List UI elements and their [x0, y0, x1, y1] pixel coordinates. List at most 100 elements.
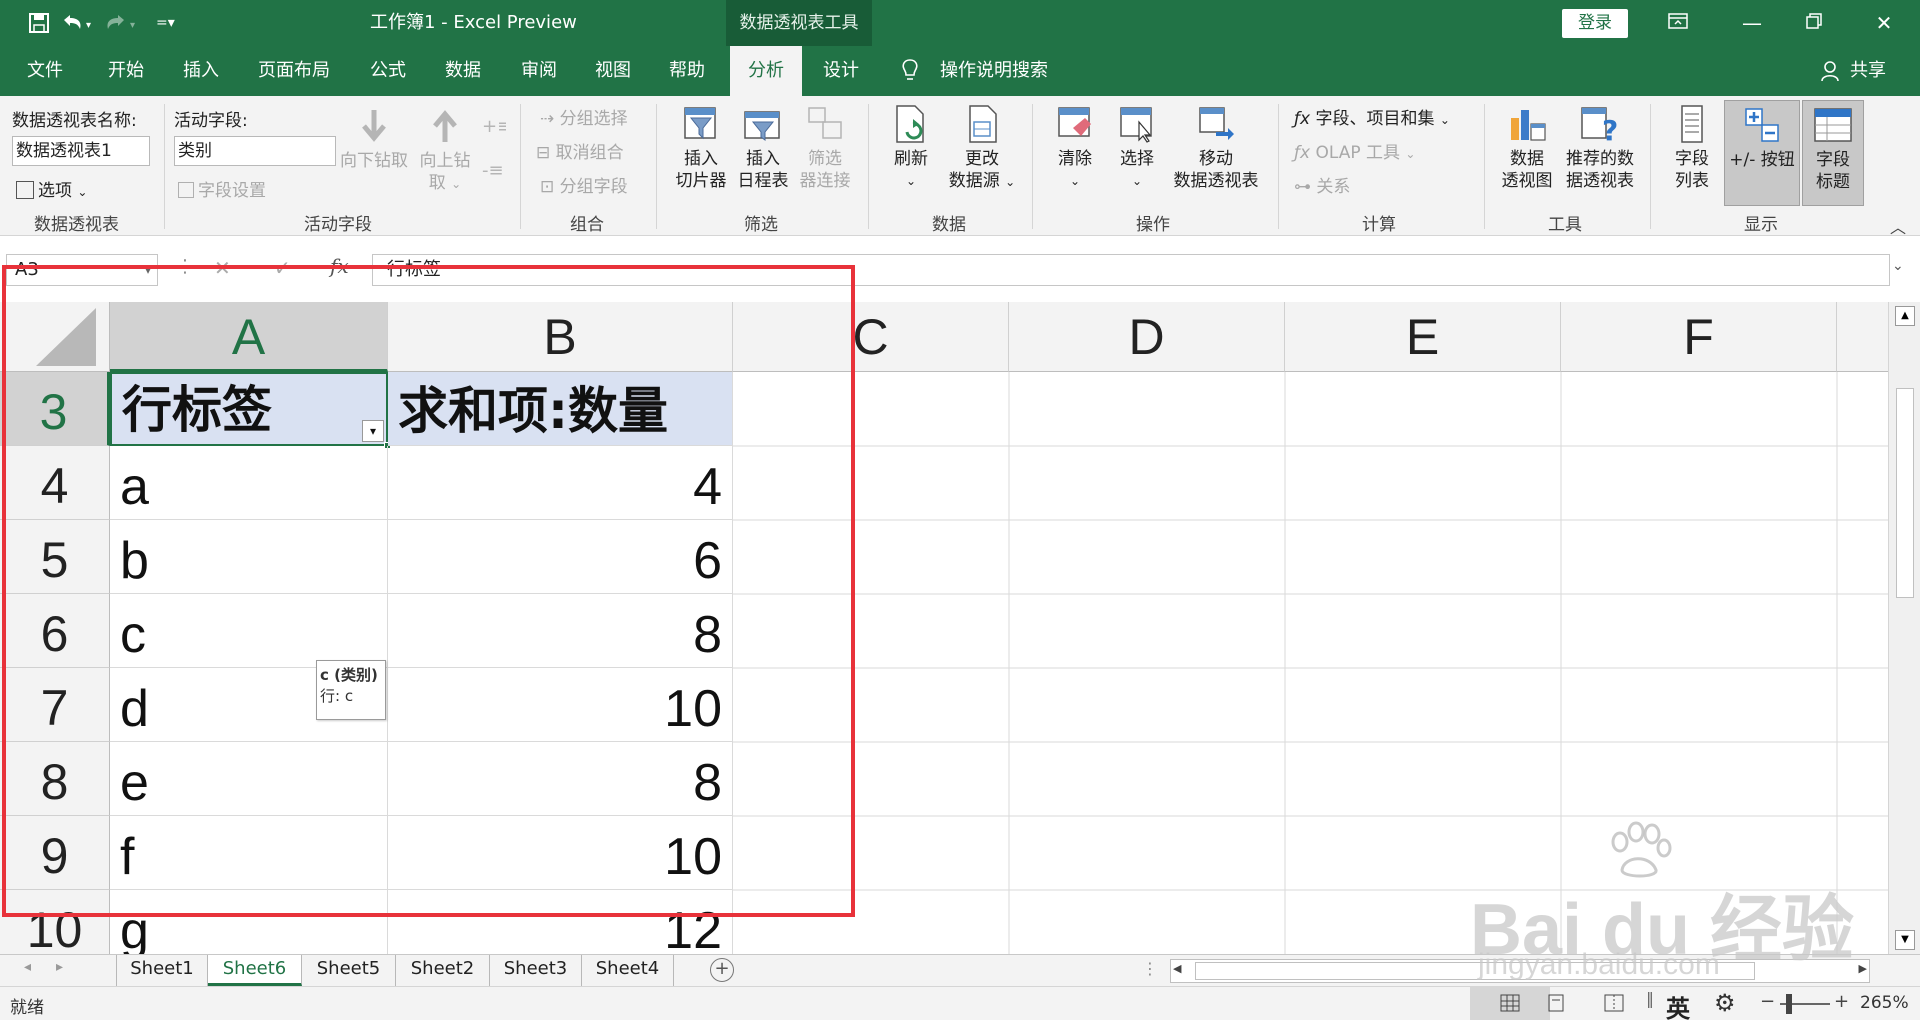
options-button[interactable]: 选项 ⌄: [16, 176, 87, 201]
fields-items-sets-button[interactable]: ƒx 字段、项目和集 ⌄: [1294, 104, 1450, 129]
sheet-tab-sheet6[interactable]: Sheet6: [208, 955, 302, 986]
filter-connections-label: 筛选: [808, 149, 842, 169]
tab-page-layout[interactable]: 页面布局: [246, 46, 342, 96]
tab-help[interactable]: 帮助: [656, 46, 718, 96]
zoom-slider-thumb[interactable]: [1786, 994, 1792, 1014]
active-field-input[interactable]: 类别: [174, 136, 336, 166]
zoom-level[interactable]: 265%: [1860, 993, 1909, 1013]
sheet-tab-sheet1[interactable]: Sheet1: [116, 955, 208, 986]
tab-design[interactable]: 设计: [810, 46, 872, 96]
change-data-source-icon: [962, 104, 1002, 144]
zoom-in-button[interactable]: +: [1834, 991, 1849, 1012]
scroll-up-arrow-icon[interactable]: ▲: [1895, 306, 1915, 326]
tab-file[interactable]: 文件: [14, 46, 76, 96]
ribbon-separator: [520, 104, 521, 229]
zoom-out-button[interactable]: −: [1760, 991, 1775, 1012]
ungroup-icon: ⊟: [536, 143, 556, 163]
redo-icon[interactable]: ▾: [104, 0, 142, 46]
ribbon-display-options-icon[interactable]: [1650, 0, 1706, 46]
tab-view[interactable]: 视图: [582, 46, 644, 96]
sheet-tab-sheet3[interactable]: Sheet3: [490, 955, 582, 986]
change-data-source-label: 更改: [965, 149, 999, 169]
tab-analyze[interactable]: 分析: [730, 46, 802, 96]
column-header-f[interactable]: F: [1561, 302, 1837, 372]
collapse-ribbon-icon[interactable]: ︿: [1890, 214, 1906, 238]
vertical-scroll-thumb[interactable]: [1896, 388, 1914, 598]
select-button[interactable]: 选择 ⌄: [1108, 104, 1166, 192]
relationships-button[interactable]: ⊶ 关系: [1294, 172, 1350, 197]
window-title: 工作簿1 - Excel Preview: [370, 12, 577, 33]
tab-home[interactable]: 开始: [96, 46, 156, 96]
insert-slicer-button[interactable]: 插入 切片器: [668, 104, 734, 192]
ribbon-separator: [1278, 104, 1279, 229]
status-divider-icon: ‖: [1646, 989, 1654, 1008]
save-icon[interactable]: [28, 0, 50, 46]
field-settings-button[interactable]: 字段设置: [178, 176, 266, 201]
tab-split-grip-icon[interactable]: ⋮: [1142, 959, 1158, 978]
ribbon-analyze: 数据透视表名称: 数据透视表1 选项 ⌄ 数据透视表 活动字段: 类别 字段设置…: [0, 96, 1920, 238]
recommended-pivottables-button[interactable]: ? 推荐的数 据透视表: [1558, 104, 1642, 192]
scroll-left-arrow-icon[interactable]: ◀: [1173, 962, 1181, 975]
prev-sheet-arrow-icon[interactable]: ◂: [24, 959, 31, 975]
olap-tools-button[interactable]: ƒx OLAP 工具 ⌄: [1294, 138, 1415, 163]
next-sheet-arrow-icon[interactable]: ▸: [56, 959, 63, 975]
recommended-pivottables-label: 推荐的数: [1566, 149, 1634, 169]
pivotchart-button[interactable]: 数据 透视图: [1494, 104, 1560, 192]
drill-up-button[interactable]: 向上钻 取 ⌄: [412, 106, 478, 195]
scroll-down-arrow-icon[interactable]: ▼: [1895, 930, 1915, 950]
expand-formula-bar-icon[interactable]: ⌄: [1892, 258, 1904, 274]
tab-data[interactable]: 数据: [432, 46, 494, 96]
insert-timeline-button[interactable]: 插入 日程表: [730, 104, 796, 192]
tab-review[interactable]: 审阅: [508, 46, 570, 96]
plus-minus-buttons-toggle[interactable]: +/- 按钮: [1724, 100, 1800, 206]
vertical-scrollbar[interactable]: ▲ ▼: [1888, 302, 1920, 954]
ime-settings-gear-icon[interactable]: ⚙: [1714, 989, 1736, 1017]
page-layout-view-icon[interactable]: [1546, 994, 1566, 1016]
baidu-watermark: Bai du 经验 jingyan.baidu.com: [1470, 820, 1890, 981]
refresh-button[interactable]: 刷新 ⌄: [880, 104, 942, 192]
fields-items-sets-label: 字段、项目和集: [1315, 109, 1435, 129]
ungroup-button[interactable]: ⊟ 取消组合: [536, 138, 624, 163]
pivotchart-icon: [1507, 104, 1547, 144]
svg-text:▾: ▾: [130, 20, 135, 31]
field-settings-icon: [178, 182, 194, 198]
column-header-e[interactable]: E: [1285, 302, 1561, 372]
group-field-button[interactable]: ⊡ 分组字段: [540, 172, 628, 197]
pivot-name-input[interactable]: 数据透视表1: [12, 136, 150, 166]
clear-button[interactable]: 清除 ⌄: [1046, 104, 1104, 192]
page-break-view-icon[interactable]: [1604, 994, 1624, 1016]
ribbon-separator: [1650, 104, 1651, 229]
field-headers-label: 字段: [1816, 150, 1850, 170]
field-list-button[interactable]: 字段 列表: [1664, 104, 1720, 192]
minimize-icon[interactable]: —: [1724, 0, 1780, 46]
sheet-tab-sheet4[interactable]: Sheet4: [582, 955, 674, 986]
column-header-d[interactable]: D: [1009, 302, 1285, 372]
sheet-tab-sheet5[interactable]: Sheet5: [302, 955, 396, 986]
undo-icon[interactable]: ▾: [60, 0, 98, 46]
drill-down-icon: [354, 106, 394, 146]
customize-qat-icon[interactable]: =▾: [156, 0, 175, 46]
ime-mode-indicator[interactable]: 英: [1666, 989, 1690, 1020]
drill-down-button[interactable]: 向下钻取: [338, 106, 410, 172]
expand-field-icon[interactable]: +≡: [482, 114, 512, 142]
column-header-next[interactable]: [1837, 302, 1888, 372]
add-sheet-button[interactable]: +: [710, 958, 734, 982]
group-selection-button[interactable]: ⇢ 分组选择: [540, 104, 628, 129]
login-button[interactable]: 登录: [1562, 9, 1628, 38]
refresh-label: 刷新: [894, 149, 928, 169]
filter-connections-button[interactable]: 筛选 器连接: [792, 104, 858, 192]
restore-icon[interactable]: [1786, 0, 1842, 46]
move-pivottable-button[interactable]: 移动 数据透视表: [1168, 104, 1264, 192]
close-icon[interactable]: ✕: [1856, 0, 1912, 46]
sheet-tab-sheet2[interactable]: Sheet2: [396, 955, 490, 986]
tab-insert[interactable]: 插入: [170, 46, 232, 96]
collapse-field-icon[interactable]: -≡: [482, 158, 506, 186]
field-headers-toggle[interactable]: 字段 标题: [1802, 100, 1864, 206]
change-data-source-button[interactable]: 更改 数据源 ⌄: [940, 104, 1024, 193]
tell-me-search[interactable]: 操作说明搜索: [940, 46, 1048, 96]
svg-text:-≡: -≡: [482, 160, 504, 181]
ribbon-separator: [868, 104, 869, 229]
share-button[interactable]: 共享: [1850, 46, 1886, 96]
normal-view-button[interactable]: [1470, 986, 1550, 1020]
tab-formulas[interactable]: 公式: [358, 46, 418, 96]
